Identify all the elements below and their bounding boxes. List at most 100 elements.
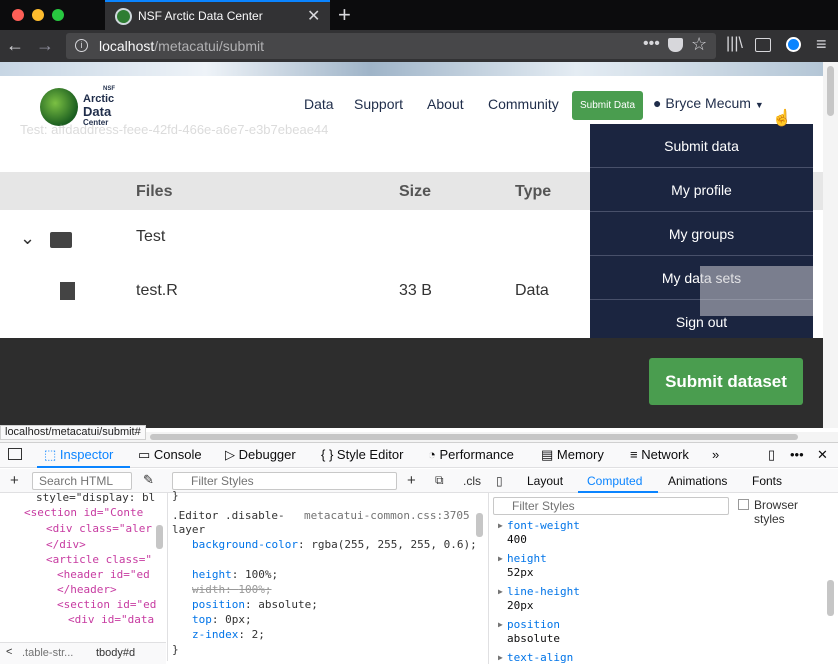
rule-prop[interactable]: position xyxy=(192,598,245,611)
rule-prop[interactable]: top xyxy=(192,613,212,626)
new-tab-icon[interactable]: + xyxy=(338,2,351,28)
tab-performance[interactable]: ◔ Performance xyxy=(428,447,514,462)
close-window-icon[interactable] xyxy=(12,9,24,21)
more-tools-icon[interactable]: » xyxy=(712,447,719,462)
arctic-logo-icon[interactable] xyxy=(40,88,78,126)
toggle-pseudo-icon[interactable]: ⧉ xyxy=(435,473,444,488)
extension-icon[interactable] xyxy=(786,37,801,52)
nav-data[interactable]: Data xyxy=(304,96,334,112)
tab-memory[interactable]: ▤ Memory xyxy=(541,447,604,463)
rules-scrollbar-thumb[interactable] xyxy=(476,513,483,537)
page-scrollbar[interactable] xyxy=(823,62,838,428)
filter-styles-input[interactable]: Filter Styles xyxy=(172,472,397,490)
col-size: Size xyxy=(399,183,432,200)
markup-line[interactable]: style="display: bl xyxy=(36,493,155,504)
menu-item-submit-data[interactable]: Submit data xyxy=(590,124,813,168)
rule-prop[interactable]: height xyxy=(192,568,232,581)
library-icon[interactable]: |||\ xyxy=(726,35,743,53)
dock-icon[interactable]: ▯ xyxy=(768,447,775,463)
cls-toggle[interactable]: .cls xyxy=(463,474,481,488)
markup-line[interactable]: <section id="Conte xyxy=(24,506,143,519)
sidebar-icon[interactable] xyxy=(755,38,771,52)
expand-icon[interactable]: ▶ xyxy=(498,587,503,596)
back-icon[interactable]: ← xyxy=(6,35,24,56)
computed-prop[interactable]: height xyxy=(507,552,547,565)
tab-debugger[interactable]: ▷ Debugger xyxy=(225,447,296,463)
devtools-options-icon[interactable]: ••• xyxy=(790,447,804,462)
rule-prop[interactable]: width xyxy=(192,583,225,596)
pocket-icon[interactable] xyxy=(668,38,683,52)
pick-element-icon[interactable] xyxy=(8,448,22,460)
expand-icon[interactable]: ▶ xyxy=(498,653,503,662)
menu-icon[interactable]: ≡ xyxy=(816,34,827,55)
menu-item-my-profile[interactable]: My profile xyxy=(590,168,813,212)
bookmark-star-icon[interactable]: ☆ xyxy=(691,34,707,55)
add-rule-icon[interactable]: + xyxy=(407,472,416,489)
rule-prop[interactable]: z-index xyxy=(192,628,238,641)
expand-icon[interactable]: ▶ xyxy=(498,521,503,530)
computed-prop[interactable]: font-weight xyxy=(507,519,580,532)
rule-prop[interactable]: background-color xyxy=(192,538,298,551)
add-node-icon[interactable]: + xyxy=(10,472,19,489)
chevron-down-icon[interactable]: ⌄ xyxy=(20,228,35,249)
forward-icon[interactable]: → xyxy=(36,35,54,56)
rule-val[interactable]: absolute xyxy=(258,598,311,611)
computed-scrollbar-thumb[interactable] xyxy=(827,580,834,616)
markup-line[interactable]: <article class=" xyxy=(46,553,152,566)
tab-fonts[interactable]: Fonts xyxy=(752,474,782,488)
page-scrollbar-thumb[interactable] xyxy=(827,66,834,116)
markup-line[interactable]: <div id="data xyxy=(68,613,154,625)
browser-tab[interactable]: NSF Arctic Data Center ✕ xyxy=(105,0,330,30)
markup-line[interactable]: <header id="ed xyxy=(57,568,150,581)
close-tab-icon[interactable]: ✕ xyxy=(307,6,320,26)
breadcrumb-back-icon[interactable]: < xyxy=(6,646,12,658)
computed-prop[interactable]: line-height xyxy=(507,585,580,598)
nav-community[interactable]: Community xyxy=(488,96,559,112)
computed-prop[interactable]: position xyxy=(507,618,560,631)
markup-line[interactable]: <section id="ed xyxy=(57,598,156,611)
table-row-folder-name[interactable]: Test xyxy=(136,228,165,246)
tab-network[interactable]: ≡ Network xyxy=(630,447,689,462)
close-devtools-icon[interactable]: ✕ xyxy=(817,447,828,463)
rule-val[interactable]: 0px xyxy=(225,613,245,626)
nav-about[interactable]: About xyxy=(427,96,464,112)
eyedropper-icon[interactable]: ✎ xyxy=(143,472,154,488)
computed-filter-input[interactable]: Filter Styles xyxy=(493,497,729,515)
rule-selector[interactable]: .Editor .disable-layer xyxy=(172,509,290,537)
rule-val[interactable]: 100% xyxy=(245,568,272,581)
horizontal-scrollbar-thumb[interactable] xyxy=(150,434,798,440)
tab-animations[interactable]: Animations xyxy=(668,474,727,488)
computed-prop[interactable]: text-align xyxy=(507,651,573,664)
table-row-file-name[interactable]: test.R xyxy=(136,282,178,300)
markup-scrollbar-thumb[interactable] xyxy=(156,525,163,549)
tab-console[interactable]: ▭ Console xyxy=(138,447,202,463)
submit-data-button[interactable]: Submit Data xyxy=(572,91,643,120)
menu-item-my-groups[interactable]: My groups xyxy=(590,212,813,256)
page-actions-icon[interactable]: ••• xyxy=(643,35,660,53)
site-info-icon[interactable]: i xyxy=(75,39,88,52)
toggle-sidebar-icon[interactable]: ▯ xyxy=(496,474,503,488)
nav-support[interactable]: Support xyxy=(354,96,403,112)
zoom-window-icon[interactable] xyxy=(52,9,64,21)
url-text[interactable]: localhost/metacatui/submit xyxy=(99,38,264,54)
tab-computed[interactable]: Computed xyxy=(587,474,642,488)
markup-line[interactable]: <div class="aler xyxy=(46,522,152,535)
markup-line[interactable]: </header> xyxy=(57,583,117,596)
breadcrumb-item[interactable]: tbody#d xyxy=(96,647,135,659)
expand-icon[interactable]: ▶ xyxy=(498,620,503,629)
submit-dataset-button[interactable]: Submit dataset xyxy=(649,358,803,405)
breadcrumb-item[interactable]: .table-str... xyxy=(22,647,73,659)
expand-icon[interactable]: ▶ xyxy=(498,554,503,563)
browser-styles-checkbox[interactable] xyxy=(738,499,749,510)
rule-val[interactable]: 100% xyxy=(238,583,265,596)
tab-style-editor[interactable]: { } Style Editor xyxy=(321,447,403,462)
tab-inspector[interactable]: ⬚ Inspector xyxy=(44,447,113,463)
tab-layout[interactable]: Layout xyxy=(527,474,563,488)
rule-val[interactable]: 2 xyxy=(252,628,259,641)
search-html-input[interactable]: Search HTML xyxy=(32,472,132,490)
rule-source-link[interactable]: metacatui-common.css:3705 xyxy=(304,509,470,522)
user-menu[interactable]: ● Bryce Mecum ▼ xyxy=(653,95,764,111)
minimize-window-icon[interactable] xyxy=(32,9,44,21)
markup-line[interactable]: </div> xyxy=(46,538,86,551)
rule-val[interactable]: rgba(255, 255, 255, 0.6) xyxy=(311,538,470,551)
